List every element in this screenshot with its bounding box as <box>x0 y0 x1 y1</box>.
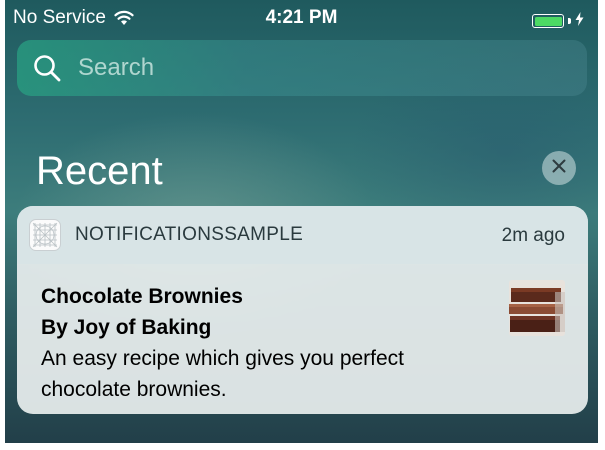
battery-icon <box>532 14 564 28</box>
close-icon <box>552 159 566 178</box>
battery-level <box>534 16 562 26</box>
brownies-thumbnail <box>509 280 565 336</box>
notification-card[interactable]: NOTIFICATIONSSAMPLE 2m ago Chocolate Bro… <box>17 206 588 414</box>
lock-screen: No Service 4:21 PM Search Recent NOTIFIC… <box>5 0 598 443</box>
notification-header: NOTIFICATIONSSAMPLE 2m ago <box>17 206 588 264</box>
notification-timestamp: 2m ago <box>501 225 565 246</box>
battery-tip <box>568 18 571 24</box>
app-grid-icon <box>29 219 61 251</box>
notification-app-name: NOTIFICATIONSSAMPLE <box>75 224 304 245</box>
notification-subtitle: By Joy of Baking <box>41 316 212 339</box>
notification-title: Chocolate Brownies <box>41 285 243 308</box>
battery-indicator <box>532 10 584 32</box>
recent-heading: Recent <box>36 149 163 193</box>
clear-notifications-button[interactable] <box>542 151 576 185</box>
search-bar[interactable] <box>17 40 587 96</box>
search-icon <box>32 53 62 83</box>
status-bar: No Service 4:21 PM <box>5 0 598 36</box>
charging-bolt-icon <box>575 10 584 32</box>
status-time: 4:21 PM <box>265 7 338 28</box>
notification-body: Chocolate Brownies By Joy of Baking An e… <box>17 264 588 405</box>
search-input[interactable] <box>76 53 560 83</box>
notification-message: An easy recipe which gives you perfect c… <box>41 347 405 401</box>
